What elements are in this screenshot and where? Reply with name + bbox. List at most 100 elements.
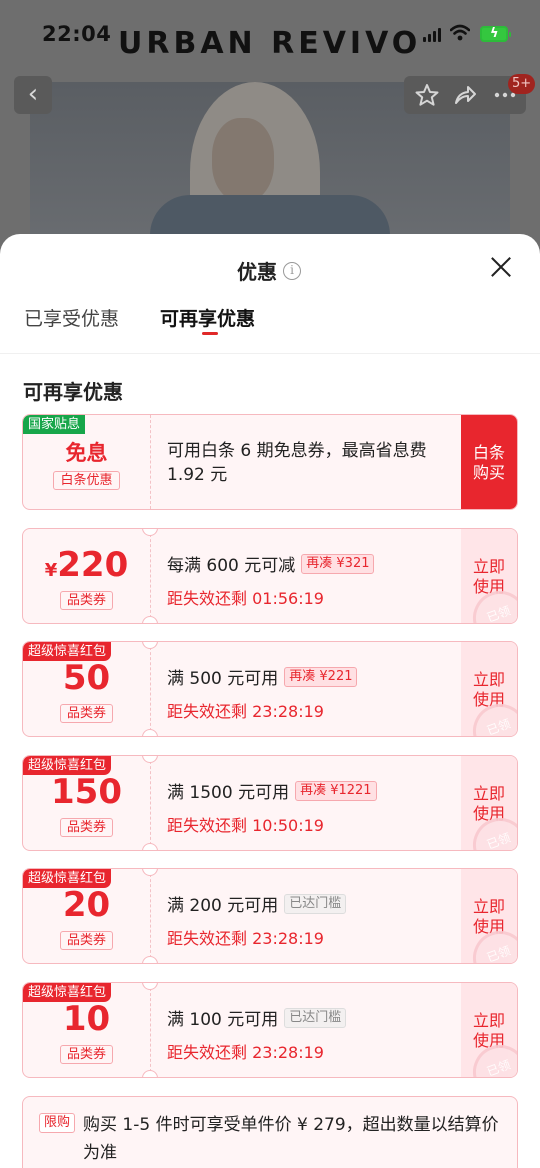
brand-logo: URBAN REVIVO xyxy=(118,26,422,61)
coupon-condition-row: 满 500 元可用 再凑 ¥221 xyxy=(167,664,358,689)
coupon-left: 国家贴息 免息 白条优惠 xyxy=(23,415,150,509)
coupon-value-group: 20 xyxy=(23,885,150,925)
coupon-divider xyxy=(150,756,151,850)
coupon-countdown: 距失效还剩 23:28:19 xyxy=(167,929,324,948)
use-now-button[interactable]: 立即使用 已领 xyxy=(461,869,517,963)
tab-available[interactable]: 可再享优惠 xyxy=(160,304,255,331)
back-button[interactable]: ‹ xyxy=(14,76,52,114)
signal-icon xyxy=(423,28,443,42)
coupon-value: 10 xyxy=(62,999,111,1039)
corner-tag: 国家贴息 xyxy=(23,415,86,434)
coupon-sub-tag: 品类券 xyxy=(23,816,150,837)
share-icon[interactable] xyxy=(452,82,478,108)
coupon-countdown: 距失效还剩 23:28:19 xyxy=(167,1043,324,1062)
close-icon[interactable] xyxy=(490,256,512,278)
baitiao-buy-button[interactable]: 白条购买 xyxy=(461,415,517,509)
coupon-main: 免息 xyxy=(65,441,108,465)
coupon-value-group: 50 xyxy=(23,658,150,698)
sheet-header: 优惠 i xyxy=(0,234,540,302)
coupon-countdown: 距失效还剩 10:50:19 xyxy=(167,816,324,835)
coupon-condition: 满 100 元可用 xyxy=(167,1010,279,1030)
sub-tag-label: 品类券 xyxy=(59,704,113,723)
coupon-condition: 满 1500 元可用 xyxy=(167,783,290,803)
message-badge: 5+ xyxy=(508,74,536,94)
coupon-value: 150 xyxy=(51,772,122,812)
status-bar: 22:04 URBAN REVIVO ϟ xyxy=(0,0,540,70)
coupon-sub-tag: 白条优惠 xyxy=(23,469,150,490)
tab-enjoyed[interactable]: 已享受优惠 xyxy=(24,304,119,331)
coupon-card: 超级惊喜红包 10 品类券满 100 元可用 已达门槛 距失效还剩 23:28:19 立即… xyxy=(22,982,518,1078)
coupon-value: 220 xyxy=(57,545,129,585)
coupon-body: 满 200 元可用 已达门槛距失效还剩 23:28:19 xyxy=(167,869,461,963)
status-time: 22:04 xyxy=(42,22,112,46)
coupon-condition: 满 200 元可用 xyxy=(167,896,279,916)
discount-sheet: 优惠 i 已享受优惠 可再享优惠 可再享优惠 国家贴息 免息 白条优惠 可用白条… xyxy=(0,234,540,1168)
threshold-pill: 再凑 ¥321 xyxy=(301,553,375,574)
use-now-button[interactable]: 立即使用 已领 xyxy=(461,529,517,623)
coupon-divider xyxy=(150,529,151,623)
model-face xyxy=(212,118,274,202)
coupon-left: 超级惊喜红包 20 品类券 xyxy=(23,869,150,963)
coupon-notch xyxy=(142,616,158,623)
coupon-countdown: 距失效还剩 23:28:19 xyxy=(167,702,324,721)
coupon-value: 50 xyxy=(62,658,111,698)
active-tab-indicator xyxy=(202,332,218,335)
coupon-card: ¥220 品类券 每满 600 元可减 再凑 ¥321 距失效还剩 01:56:19 立即… xyxy=(22,528,518,624)
sub-tag-label: 白条优惠 xyxy=(53,471,120,490)
use-now-button[interactable]: 立即使用 已领 xyxy=(461,983,517,1077)
coupon-body: 满 1500 元可用 再凑 ¥1221 距失效还剩 10:50:19 xyxy=(167,756,461,850)
product-page-background: 22:04 URBAN REVIVO ϟ ‹ 5+ xyxy=(0,0,540,260)
coupon-notch xyxy=(142,729,158,736)
coupon-body: 可用白条 6 期免息券，最高省息费 1.92 元 xyxy=(167,415,461,509)
coupon-notch xyxy=(142,1070,158,1077)
coupon-value-group: 10 xyxy=(23,999,150,1039)
coupon-condition: 满 500 元可用 xyxy=(167,669,279,689)
coupon-condition-row: 满 1500 元可用 再凑 ¥1221 xyxy=(167,778,377,803)
coupon-card: 超级惊喜红包 50 品类券满 500 元可用 再凑 ¥221 距失效还剩 23:28:1… xyxy=(22,641,518,737)
limit-notice: 限购 购买 1-5 件时可享受单件价 ¥ 279，超出数量以结算价为准 xyxy=(22,1096,518,1168)
coupon-sub-tag: 品类券 xyxy=(23,702,150,723)
coupon-body: 每满 600 元可减 再凑 ¥321 距失效还剩 01:56:19 xyxy=(167,529,461,623)
coupon-description: 可用白条 6 期免息券，最高省息费 1.92 元 xyxy=(167,441,427,485)
sub-tag-label: 品类券 xyxy=(59,1045,113,1064)
currency-symbol: ¥ xyxy=(44,560,58,581)
coupon-sub-tag: 品类券 xyxy=(23,1043,150,1064)
sheet-title-group: 优惠 i xyxy=(237,256,301,285)
star-icon[interactable] xyxy=(414,82,440,108)
section-title: 可再享优惠 xyxy=(23,380,123,404)
coupon-left: 超级惊喜红包 50 品类券 xyxy=(23,642,150,736)
tab-bar: 已享受优惠 可再享优惠 xyxy=(0,302,540,354)
sub-tag-label: 品类券 xyxy=(59,931,113,950)
battery-charging-icon: ϟ xyxy=(480,26,511,42)
interest-free-coupon: 国家贴息 免息 白条优惠 可用白条 6 期免息券，最高省息费 1.92 元 白条… xyxy=(22,414,518,510)
coupon-body: 满 100 元可用 已达门槛距失效还剩 23:28:19 xyxy=(167,983,461,1077)
coupon-condition-row: 满 100 元可用 已达门槛 xyxy=(167,1005,347,1030)
coupon-divider xyxy=(150,869,151,963)
coupon-divider xyxy=(150,642,151,736)
coupon-left: 超级惊喜红包 10 品类券 xyxy=(23,983,150,1077)
coupon-card: 超级惊喜红包 150 品类券满 1500 元可用 再凑 ¥1221 距失效还剩 10:5… xyxy=(22,755,518,851)
coupon-condition-row: 满 200 元可用 已达门槛 xyxy=(167,891,347,916)
coupon-notch xyxy=(142,843,158,850)
limit-tag: 限购 xyxy=(39,1113,76,1133)
use-now-button[interactable]: 立即使用 已领 xyxy=(461,642,517,736)
coupon-sub-tag: 品类券 xyxy=(23,589,150,610)
threshold-pill: 再凑 ¥1221 xyxy=(295,780,377,801)
coupon-value: 20 xyxy=(62,885,111,925)
sub-tag-label: 品类券 xyxy=(59,591,113,610)
coupon-divider xyxy=(150,983,151,1077)
coupon-left: 超级惊喜红包 150 品类券 xyxy=(23,756,150,850)
sheet-title: 优惠 xyxy=(237,260,277,284)
info-icon[interactable]: i xyxy=(283,261,301,280)
coupon-value-group: ¥220 xyxy=(23,545,150,585)
threshold-pill: 已达门槛 xyxy=(284,1007,347,1028)
wifi-icon xyxy=(450,24,470,41)
sub-tag-label: 品类券 xyxy=(59,818,113,837)
coupon-condition-row: 每满 600 元可减 再凑 ¥321 xyxy=(167,551,375,576)
threshold-pill: 再凑 ¥221 xyxy=(284,666,358,687)
limit-text: 购买 1-5 件时可享受单件价 ¥ 279，超出数量以结算价为准 xyxy=(83,1115,499,1163)
coupon-condition: 每满 600 元可减 xyxy=(167,556,296,576)
coupon-divider xyxy=(150,415,151,509)
coupon-countdown: 距失效还剩 01:56:19 xyxy=(167,589,324,608)
use-now-button[interactable]: 立即使用 已领 xyxy=(461,756,517,850)
